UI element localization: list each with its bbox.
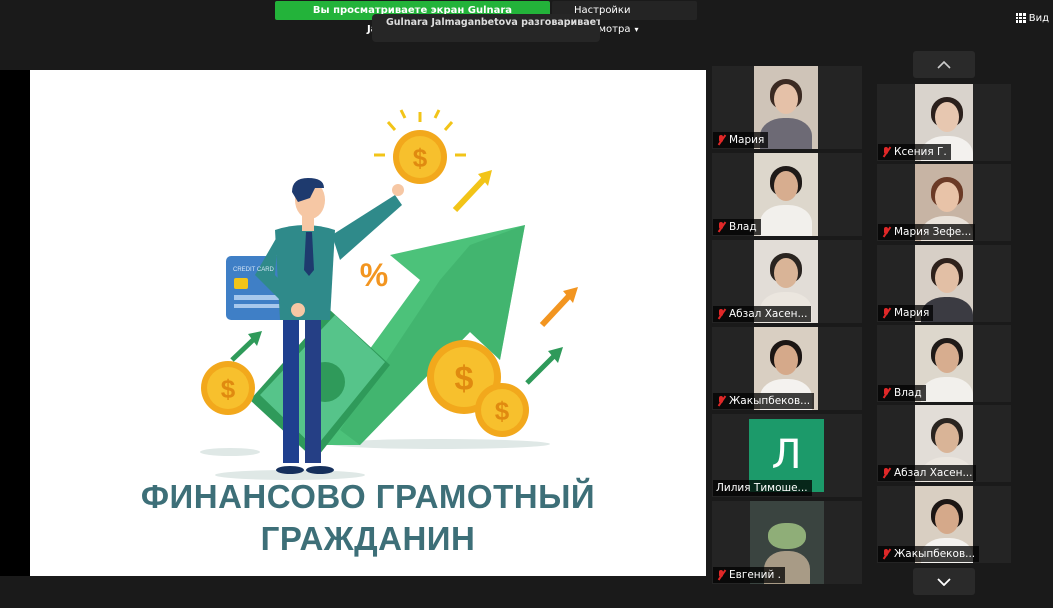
participant-tile[interactable]: Влад — [877, 325, 1011, 402]
shared-screen-slide: $ $ $ $ % CREDIT CARD ФИНАНСОВО ГРАМОТНЫ… — [30, 70, 706, 576]
left-margin — [0, 70, 30, 576]
mic-muted-icon — [716, 569, 726, 581]
participant-tile[interactable]: Влад — [712, 153, 862, 236]
participant-tile[interactable]: Мария — [877, 245, 1011, 322]
participant-tile[interactable]: Мария — [712, 66, 862, 149]
participant-name: Жакыпбеков... — [729, 395, 811, 407]
participant-name-tag: Лилия Тимоше... — [713, 480, 812, 496]
mic-muted-icon — [716, 308, 726, 320]
mic-muted-icon — [881, 146, 891, 158]
coin-dollar-right-small: $ — [495, 396, 510, 426]
coin-dollar-left: $ — [221, 374, 236, 404]
participant-name: Жакыпбеков... — [894, 548, 976, 560]
participant-tile[interactable]: Мария Зефе... — [877, 164, 1011, 241]
participant-name-tag: Жакыпбеков... — [878, 546, 980, 562]
participant-name: Влад — [894, 387, 922, 399]
participant-name: Мария — [894, 307, 930, 319]
participant-video — [754, 153, 818, 236]
mic-muted-icon — [716, 395, 726, 407]
scroll-up-button[interactable] — [913, 51, 975, 78]
participant-name-tag: Абзал Хасен... — [878, 465, 977, 481]
participant-tile[interactable]: Абзал Хасен... — [712, 240, 862, 323]
participant-name: Абзал Хасен... — [894, 467, 973, 479]
participant-name-tag: Мария — [713, 132, 769, 148]
card-label: CREDIT CARD — [233, 267, 275, 273]
coin-dollar-right-big: $ — [455, 360, 474, 398]
participant-tile[interactable]: Жакыпбеков... — [877, 486, 1011, 563]
participant-name: Мария Зефе... — [894, 226, 972, 238]
participant-name-tag: Мария Зефе... — [878, 224, 976, 240]
participant-tile[interactable]: Евгений . — [712, 501, 862, 584]
chevron-down-icon: ▾ — [634, 25, 639, 34]
participant-name-tag: Жакыпбеков... — [713, 393, 815, 409]
coin-dollar-top: $ — [413, 143, 428, 173]
participant-name-tag: Евгений . — [713, 567, 785, 583]
coins-right — [427, 340, 529, 437]
participant-name: Лилия Тимоше... — [716, 482, 808, 494]
participant-name-tag: Влад — [878, 385, 926, 401]
participant-tile[interactable]: Жакыпбеков... — [712, 327, 862, 410]
mic-muted-icon — [716, 221, 726, 233]
participant-name-tag: Ксения Г. — [878, 144, 951, 160]
mic-muted-icon — [716, 134, 726, 146]
active-speaker-label: Gulnara Jalmaganbetova разговаривает... — [386, 17, 600, 28]
chevron-up-icon — [937, 60, 951, 69]
grid-icon — [1015, 13, 1026, 23]
scroll-down-button[interactable] — [913, 568, 975, 595]
mic-muted-icon — [881, 307, 891, 319]
percent-sign: % — [360, 257, 388, 293]
participant-name: Абзал Хасен... — [729, 308, 808, 320]
mic-muted-icon — [881, 467, 891, 479]
participant-tile[interactable]: Абзал Хасен... — [877, 405, 1011, 482]
participant-name: Влад — [729, 221, 757, 233]
mic-muted-icon — [881, 548, 891, 560]
view-button-label: Вид — [1028, 12, 1049, 24]
zoom-meeting-window: Вы просматриваете экран Gulnara Jalmagan… — [0, 0, 1053, 608]
participant-tile[interactable]: Ксения Г. — [877, 84, 1011, 161]
mic-muted-icon — [881, 387, 891, 399]
participant-name: Евгений . — [729, 569, 781, 581]
participant-name: Ксения Г. — [894, 146, 947, 158]
chevron-down-icon — [937, 577, 951, 586]
participant-name-tag: Мария — [878, 305, 934, 321]
participant-name-tag: Абзал Хасен... — [713, 306, 812, 322]
slide-title-line2: ГРАЖДАНИН — [260, 520, 476, 557]
mic-muted-icon — [881, 226, 891, 238]
participant-name: Мария — [729, 134, 765, 146]
participant-tile[interactable]: Л Лилия Тимоше... — [712, 414, 862, 497]
active-speaker-indicator: Gulnara Jalmaganbetova разговаривает... — [372, 14, 600, 42]
view-button[interactable]: Вид — [1015, 11, 1049, 25]
participant-name-tag: Влад — [713, 219, 761, 235]
slide-title-line1: ФИНАНСОВО ГРАМОТНЫЙ — [140, 478, 596, 515]
